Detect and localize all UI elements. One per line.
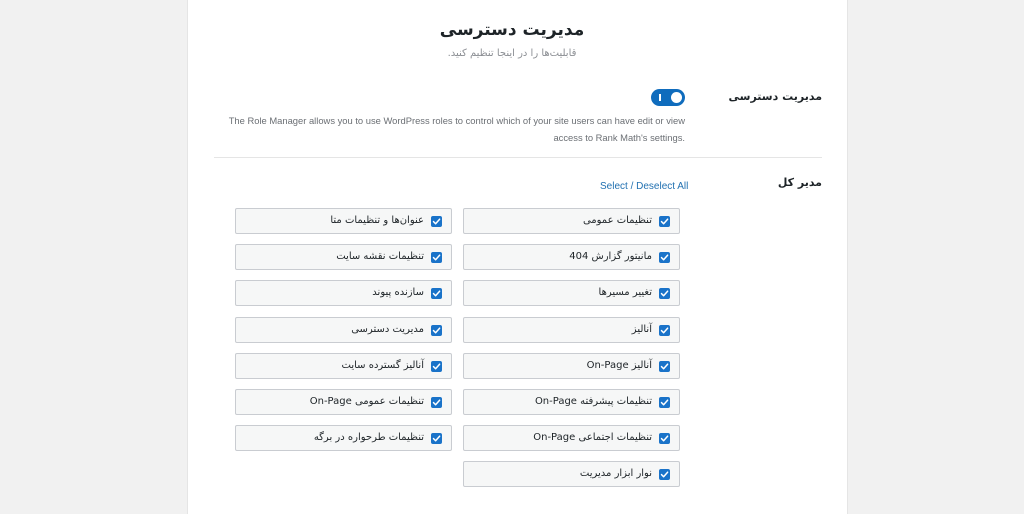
capability-item[interactable]: تنظیمات نقشه سایت (235, 244, 452, 270)
capability-label: نوار ابزار مدیریت (579, 468, 652, 479)
checkbox-checked-icon[interactable] (659, 288, 670, 299)
capability-item[interactable]: نوار ابزار مدیریت (463, 461, 680, 487)
admin-caps-label: مدیر کل (777, 176, 822, 189)
checkbox-checked-icon[interactable] (431, 397, 442, 408)
checkbox-checked-icon[interactable] (659, 397, 670, 408)
capability-item[interactable]: مانیتور گزارش 404 (463, 244, 680, 270)
capability-item[interactable]: تنظیمات طرحواره در برگه (235, 425, 452, 451)
page-title: مدیریت دسترسی (439, 20, 585, 40)
capability-item[interactable]: تغییر مسیرها (463, 280, 680, 306)
capability-label: آنالیز (631, 324, 652, 335)
checkbox-checked-icon[interactable] (431, 216, 442, 227)
checkbox-checked-icon[interactable] (659, 325, 670, 336)
page-subtitle: قابلیت‌ها را در اینجا تنظیم کنید. (447, 48, 577, 59)
capability-label: تغییر مسیرها (598, 287, 652, 298)
capability-item[interactable]: عنوان‌ها و تنظیمات متا (235, 208, 452, 234)
select-deselect-all-link[interactable]: Select / Deselect All (600, 181, 688, 192)
capability-item[interactable]: آنالیز On-Page (463, 353, 680, 379)
capability-item[interactable]: تنظیمات پیشرفته On-Page (463, 389, 680, 415)
capability-label: تنظیمات طرحواره در برگه (313, 432, 424, 443)
role-manager-toggle[interactable] (651, 89, 685, 106)
capability-label: مانیتور گزارش 404 (569, 251, 652, 262)
capability-item[interactable]: تنظیمات اجتماعی On-Page (463, 425, 680, 451)
toggle-knob (671, 92, 682, 103)
checkbox-checked-icon[interactable] (659, 433, 670, 444)
checkbox-checked-icon[interactable] (431, 325, 442, 336)
role-manager-label: مدیریت دسترسی (728, 90, 822, 103)
capability-label: تنظیمات اجتماعی On-Page (533, 432, 652, 443)
checkbox-checked-icon[interactable] (431, 252, 442, 263)
checkbox-checked-icon[interactable] (659, 361, 670, 372)
capability-item[interactable]: سازنده پیوند (235, 280, 452, 306)
capability-item[interactable]: تنظیمات عمومی (463, 208, 680, 234)
capability-item[interactable]: مدیریت دسترسی (235, 317, 452, 343)
checkbox-checked-icon[interactable] (431, 288, 442, 299)
capability-label: تنظیمات عمومی On-Page (309, 396, 424, 407)
checkbox-checked-icon[interactable] (659, 469, 670, 480)
section-divider (214, 157, 822, 158)
capability-label: مدیریت دسترسی (351, 324, 424, 335)
capability-label: سازنده پیوند (372, 287, 424, 298)
capability-item[interactable]: آنالیز (463, 317, 680, 343)
checkbox-checked-icon[interactable] (431, 433, 442, 444)
checkbox-checked-icon[interactable] (659, 216, 670, 227)
capability-label: آنالیز On-Page (586, 360, 652, 371)
capability-label: تنظیمات پیشرفته On-Page (534, 396, 652, 407)
capability-label: تنظیمات نقشه سایت (336, 251, 424, 262)
capability-label: عنوان‌ها و تنظیمات متا (330, 215, 424, 226)
capability-label: تنظیمات عمومی (582, 215, 652, 226)
role-manager-description: The Role Manager allows you to use WordP… (228, 115, 685, 143)
checkbox-checked-icon[interactable] (659, 252, 670, 263)
toggle-on-icon (659, 94, 661, 101)
checkbox-checked-icon[interactable] (431, 361, 442, 372)
capability-label: آنالیز گسترده سایت (341, 360, 425, 371)
capability-item[interactable]: تنظیمات عمومی On-Page (235, 389, 452, 415)
capability-item[interactable]: آنالیز گسترده سایت (235, 353, 452, 379)
